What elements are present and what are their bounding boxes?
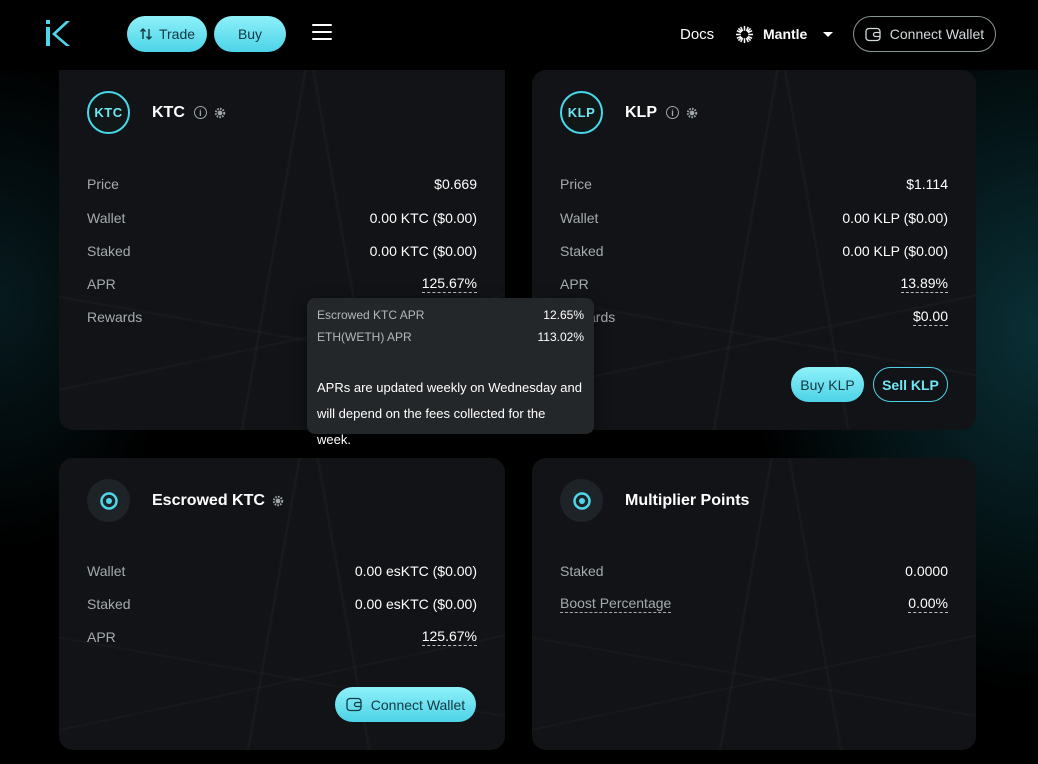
row-label: Wallet (87, 210, 126, 226)
escrowed-ktc-wallet-row: Wallet 0.00 esKTC ($0.00) (87, 561, 477, 581)
row-label: Wallet (560, 210, 599, 226)
ktc-card-title: KTC (152, 103, 185, 121)
target-icon (572, 491, 591, 510)
ktc-token-icon: KTC (87, 91, 130, 134)
row-value: 0.00 KLP ($0.00) (842, 243, 948, 259)
boost-percentage-row: Boost Percentage 0.00% (560, 594, 948, 614)
escrowed-ktc-card-header: Escrowed KTC (87, 479, 284, 522)
tooltip-label: ETH(WETH) APR (317, 330, 412, 344)
klp-apr-value[interactable]: 13.89% (900, 275, 948, 293)
docs-link[interactable]: Docs (680, 26, 714, 43)
gear-icon[interactable] (686, 107, 698, 119)
tooltip-row: Escrowed KTC APR 12.65% (317, 308, 584, 322)
gear-icon[interactable] (214, 107, 226, 119)
swap-vertical-icon (139, 28, 152, 40)
tooltip-label: Escrowed KTC APR (317, 308, 425, 322)
klp-staked-row: Staked 0.00 KLP ($0.00) (560, 241, 948, 261)
escrowed-ktc-token-icon (87, 479, 130, 522)
tooltip-value: 113.02% (537, 330, 584, 344)
top-nav: Trade Buy Docs Mantle Connect Wallet (0, 0, 1038, 70)
klp-wallet-row: Wallet 0.00 KLP ($0.00) (560, 208, 948, 228)
row-label: APR (560, 276, 589, 292)
gear-icon[interactable] (272, 495, 284, 507)
ktc-wallet-row: Wallet 0.00 KTC ($0.00) (87, 208, 477, 228)
escrowed-ktc-card-title: Escrowed KTC (152, 491, 265, 509)
klp-rewards-row: Rewards $0.00 (560, 307, 948, 327)
sell-klp-button[interactable]: Sell KLP (873, 367, 948, 402)
multiplier-staked-row: Staked 0.0000 (560, 561, 948, 581)
row-value: $0.669 (434, 176, 477, 192)
ktc-card-header: KTC KTC i (87, 91, 226, 134)
trade-button[interactable]: Trade (127, 16, 207, 52)
klp-card-header: KLP KLP i (560, 91, 698, 134)
escrowed-ktc-apr-row: APR 125.67% (87, 627, 477, 647)
kinetix-logo[interactable] (44, 18, 72, 48)
multiplier-points-card-header: Multiplier Points (560, 479, 749, 522)
buy-button[interactable]: Buy (214, 16, 286, 52)
multiplier-points-card-title: Multiplier Points (625, 491, 750, 509)
row-label: Price (560, 176, 592, 192)
klp-apr-row: APR 13.89% (560, 274, 948, 294)
row-value: 0.00 KTC ($0.00) (369, 243, 477, 259)
boost-percentage-value[interactable]: 0.00% (908, 595, 948, 613)
ktc-staked-row: Staked 0.00 KTC ($0.00) (87, 241, 477, 261)
multiplier-points-card: Multiplier Points Staked 0.0000 Boost Pe… (532, 458, 976, 750)
info-icon[interactable]: i (666, 106, 679, 119)
escrowed-connect-wallet-button[interactable]: Connect Wallet (335, 687, 476, 722)
escrowed-ktc-card: Escrowed KTC Wallet 0.00 esKTC ($0.00) S… (59, 458, 505, 750)
network-name: Mantle (763, 26, 808, 42)
row-value: $1.114 (906, 176, 948, 192)
connect-wallet-label: Connect Wallet (889, 26, 985, 42)
tooltip-value: 12.65% (543, 308, 584, 322)
escrowed-ktc-staked-row: Staked 0.00 esKTC ($0.00) (87, 594, 477, 614)
row-value: 0.00 KTC ($0.00) (369, 210, 477, 226)
ktc-apr-value[interactable]: 125.67% (421, 275, 477, 293)
klp-card-title: KLP (625, 103, 657, 121)
apr-tooltip: Escrowed KTC APR 12.65% ETH(WETH) APR 11… (307, 298, 594, 447)
klp-rewards-value[interactable]: $0.00 (912, 308, 948, 326)
klp-card: KLP KLP i Price $1.114 Wallet 0.00 KLP (… (532, 70, 976, 430)
connect-wallet-label: Connect Wallet (370, 696, 466, 713)
row-label: Price (87, 176, 119, 192)
row-label: APR (87, 629, 116, 645)
ktc-price-row: Price $0.669 (87, 174, 477, 194)
connect-wallet-button[interactable]: Connect Wallet (853, 16, 996, 52)
chevron-down-icon (823, 31, 834, 37)
menu-icon[interactable] (312, 24, 332, 44)
escrowed-ktc-apr-value[interactable]: 125.67% (421, 628, 477, 646)
row-label: Rewards (87, 309, 143, 325)
row-value: 0.00 KLP ($0.00) (842, 210, 948, 226)
buy-klp-button[interactable]: Buy KLP (791, 367, 864, 402)
boost-percentage-label[interactable]: Boost Percentage (560, 595, 672, 613)
row-label: Wallet (87, 563, 126, 579)
info-icon[interactable]: i (193, 106, 207, 119)
mantle-network-icon (735, 25, 754, 43)
wallet-icon (346, 697, 362, 712)
row-label: APR (87, 276, 116, 292)
row-label: Staked (560, 563, 604, 579)
wallet-icon (865, 27, 881, 41)
row-value: 0.00 esKTC ($0.00) (354, 563, 477, 579)
row-label: Staked (560, 243, 604, 259)
klp-token-icon: KLP (560, 91, 603, 134)
target-icon (99, 491, 118, 510)
tooltip-note: APRs are updated weekly on Wednesday and… (317, 380, 582, 447)
row-label: Staked (87, 243, 131, 259)
row-value: 0.0000 (905, 563, 948, 579)
network-selector[interactable]: Mantle (735, 24, 834, 44)
tooltip-row: ETH(WETH) APR 113.02% (317, 330, 584, 344)
ktc-apr-row: APR 125.67% (87, 274, 477, 294)
row-value: 0.00 esKTC ($0.00) (354, 596, 477, 612)
trade-button-label: Trade (158, 26, 196, 42)
klp-price-row: Price $1.114 (560, 174, 948, 194)
buy-button-label: Buy (237, 26, 263, 42)
row-label: Staked (87, 596, 131, 612)
multiplier-points-icon (560, 479, 603, 522)
